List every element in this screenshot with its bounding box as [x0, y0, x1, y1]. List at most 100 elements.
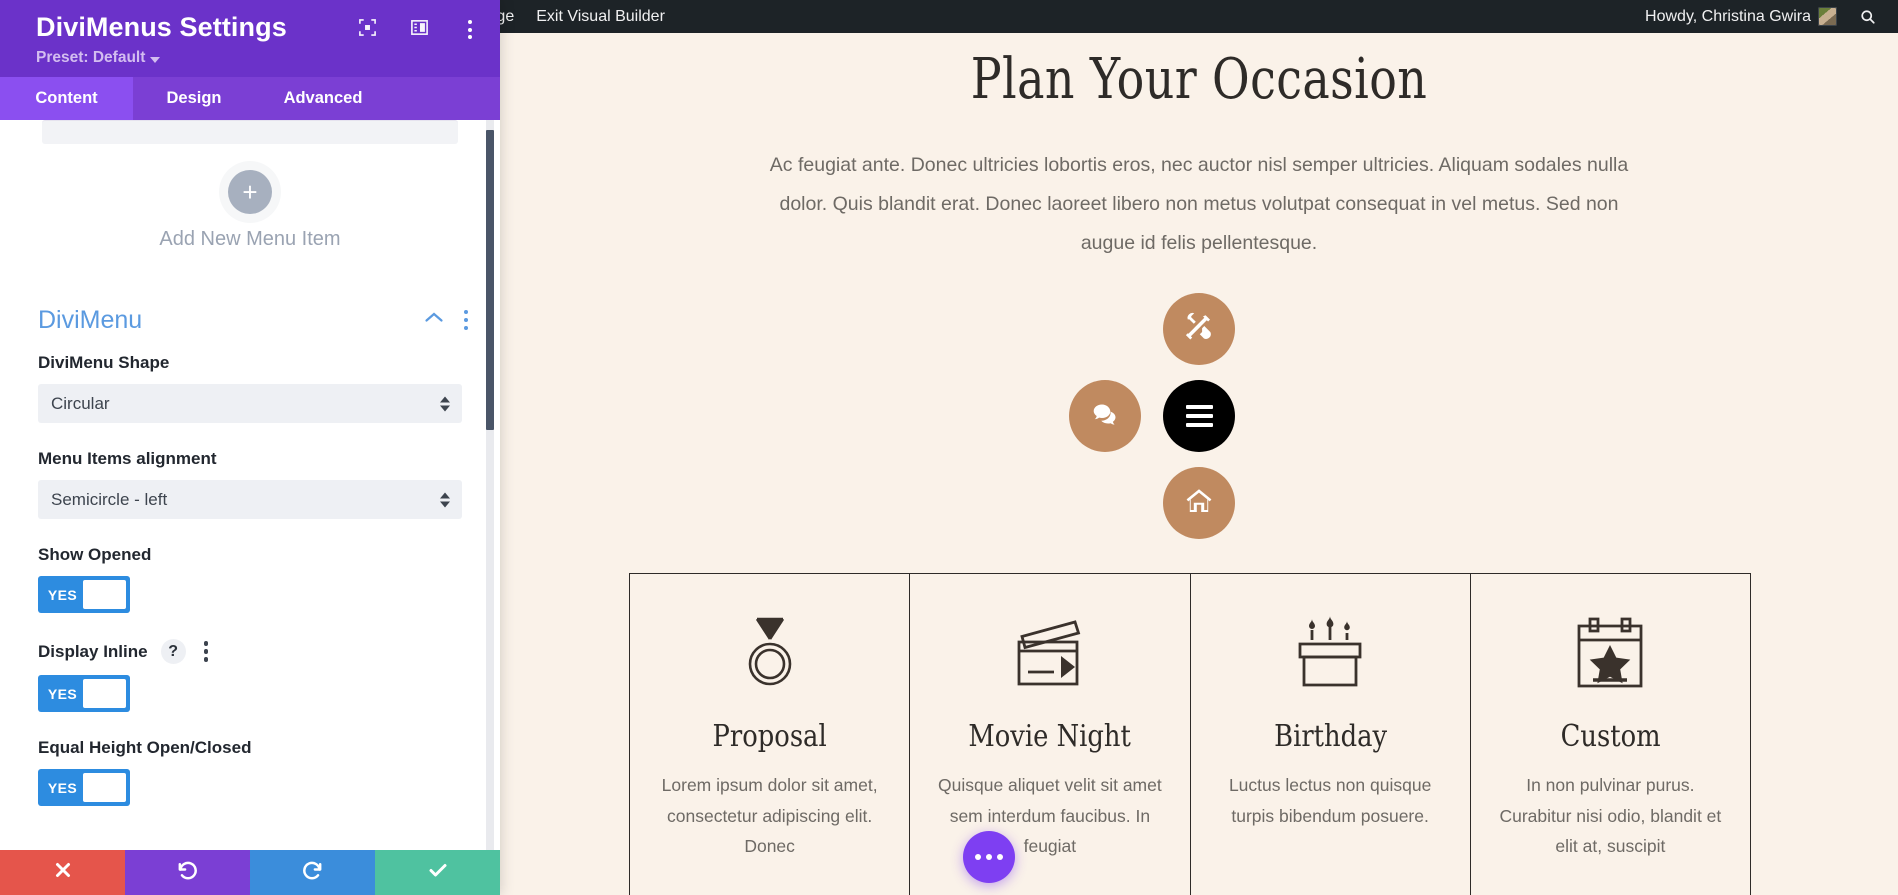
- label-text: Show Opened: [38, 545, 152, 565]
- partial-field-above: [42, 120, 458, 145]
- settings-tabs: Content Design Advanced: [0, 77, 500, 121]
- admin-bar-right-group: Howdy, Christina Gwira: [1634, 0, 1898, 33]
- divimenu-widget: [1069, 293, 1329, 565]
- home-icon: [1183, 485, 1215, 522]
- field-divimenu-shape: DiviMenu Shape Circular: [0, 353, 500, 424]
- field-menu-items-alignment: Menu Items alignment Semicircle - left: [0, 449, 500, 520]
- add-new-menu-item-block[interactable]: + Add New Menu Item: [0, 144, 500, 277]
- ellipsis-icon: [975, 854, 1003, 860]
- card-movie-night[interactable]: Movie Night Quisque aliquet velit sit am…: [910, 574, 1191, 895]
- settings-scrollbar[interactable]: [486, 120, 494, 850]
- toggle-value: YES: [47, 685, 78, 702]
- ring-icon: [654, 607, 885, 699]
- field-more-options-icon[interactable]: [199, 639, 214, 664]
- redo-button[interactable]: [250, 850, 375, 895]
- card-proposal[interactable]: Proposal Lorem ipsum dolor sit amet, con…: [630, 574, 911, 895]
- settings-header-icons: [358, 17, 478, 42]
- preset-label: Preset: Default: [36, 49, 146, 67]
- card-title: Movie Night: [968, 719, 1132, 754]
- select-value: Circular: [51, 393, 110, 413]
- chevron-down-icon: [150, 56, 161, 63]
- save-button[interactable]: [375, 850, 500, 895]
- page-title: Plan Your Occasion: [970, 47, 1428, 112]
- equal-height-toggle[interactable]: YES: [38, 769, 130, 807]
- birthday-cake-icon: [1215, 607, 1446, 699]
- select-value: Semicircle - left: [51, 489, 168, 509]
- select-arrows-icon: [440, 492, 450, 508]
- search-icon: [1859, 8, 1877, 26]
- hamburger-icon: [1185, 405, 1213, 427]
- clapperboard-icon: [934, 607, 1165, 699]
- menu-button-toggle[interactable]: [1163, 380, 1235, 452]
- panel-layout-icon[interactable]: [410, 18, 429, 42]
- display-inline-toggle[interactable]: YES: [38, 675, 130, 713]
- card-text: Luctus lectus non quisque turpis bibendu…: [1228, 775, 1432, 826]
- redo-icon: [301, 859, 324, 887]
- account-menu[interactable]: Howdy, Christina Gwira: [1634, 0, 1848, 33]
- section-more-options-icon[interactable]: [458, 307, 475, 334]
- visual-builder-canvas: Plan Your Occasion Ac feugiat ante. Done…: [500, 33, 1898, 895]
- undo-button[interactable]: [125, 850, 250, 895]
- toggle-value: YES: [47, 586, 78, 603]
- divimenu-section-header: DiviMenu: [0, 303, 500, 337]
- card-birthday[interactable]: Birthday Luctus lectus non quisque turpi…: [1191, 574, 1471, 895]
- check-icon: [426, 858, 450, 887]
- label-text: Display Inline: [38, 641, 148, 661]
- calendar-star-icon: [1495, 607, 1726, 699]
- field-show-opened: Show Opened YES: [0, 545, 500, 614]
- tools-icon: [1183, 311, 1215, 348]
- admin-bar-label: Exit Visual Builder: [536, 7, 665, 25]
- menu-button-tools[interactable]: [1163, 293, 1235, 365]
- menu-button-chat[interactable]: [1069, 380, 1141, 452]
- divimenu-shape-select[interactable]: Circular: [38, 384, 462, 424]
- show-opened-toggle[interactable]: YES: [38, 576, 130, 614]
- greeting-label: Howdy, Christina Gwira: [1645, 7, 1811, 25]
- label-text: DiviMenu Shape: [38, 353, 170, 373]
- tab-design[interactable]: Design: [133, 77, 255, 120]
- chevron-up-icon[interactable]: [424, 311, 444, 329]
- toggle-value: YES: [47, 779, 78, 796]
- label-text: Menu Items alignment: [38, 449, 217, 469]
- focus-mode-icon[interactable]: [358, 18, 377, 42]
- settings-panel-header: DiviMenus Settings Preset: Default: [0, 0, 500, 78]
- chat-icon: [1089, 398, 1121, 435]
- field-display-inline: Display Inline ? YES: [0, 639, 500, 713]
- screen-root: My Sites Divi: [0, 0, 1898, 895]
- field-label: Equal Height Open/Closed: [38, 738, 462, 758]
- preset-selector[interactable]: Preset: Default: [36, 49, 161, 67]
- tab-content[interactable]: Content: [0, 77, 133, 121]
- module-options-fab[interactable]: [963, 831, 1015, 883]
- tab-advanced[interactable]: Advanced: [255, 77, 391, 120]
- scrollbar-thumb[interactable]: [486, 130, 494, 431]
- select-arrows-icon: [440, 396, 450, 412]
- section-title: DiviMenu: [38, 305, 143, 334]
- field-label: DiviMenu Shape: [38, 353, 462, 373]
- admin-bar-item-exit-visual-builder[interactable]: Exit Visual Builder: [525, 0, 676, 33]
- label-text: Equal Height Open/Closed: [38, 738, 252, 758]
- settings-footer: [0, 850, 500, 895]
- plus-icon[interactable]: +: [228, 170, 272, 215]
- occasion-cards: Proposal Lorem ipsum dolor sit amet, con…: [629, 573, 1751, 895]
- undo-icon: [176, 859, 199, 887]
- toggle-knob: [83, 773, 126, 803]
- menu-items-alignment-select[interactable]: Semicircle - left: [38, 480, 462, 520]
- menu-button-home[interactable]: [1163, 467, 1235, 539]
- cancel-button[interactable]: [0, 850, 125, 895]
- field-label: Display Inline ?: [38, 639, 462, 665]
- card-custom[interactable]: Custom In non pulvinar purus. Curabitur …: [1471, 574, 1750, 895]
- settings-scroll-content: + Add New Menu Item DiviMenu DiviMenu Sh…: [0, 120, 500, 842]
- card-title: Custom: [1560, 719, 1661, 754]
- field-label: Menu Items alignment: [38, 449, 462, 469]
- field-equal-height-open-closed: Equal Height Open/Closed YES: [0, 738, 500, 807]
- search-button[interactable]: [1848, 0, 1888, 33]
- close-icon: [52, 859, 74, 886]
- field-label: Show Opened: [38, 545, 462, 565]
- divimenus-settings-panel: DiviMenus Settings Preset: Default Conte…: [0, 0, 500, 895]
- page-paragraph: Ac feugiat ante. Donec ultricies loborti…: [769, 154, 1629, 254]
- toggle-knob: [83, 580, 126, 610]
- more-options-icon[interactable]: [462, 17, 478, 42]
- card-text: In non pulvinar purus. Curabitur nisi od…: [1499, 775, 1722, 857]
- add-new-menu-item-label[interactable]: Add New Menu Item: [0, 228, 500, 251]
- help-icon[interactable]: ?: [160, 639, 186, 665]
- card-title: Proposal: [712, 719, 827, 754]
